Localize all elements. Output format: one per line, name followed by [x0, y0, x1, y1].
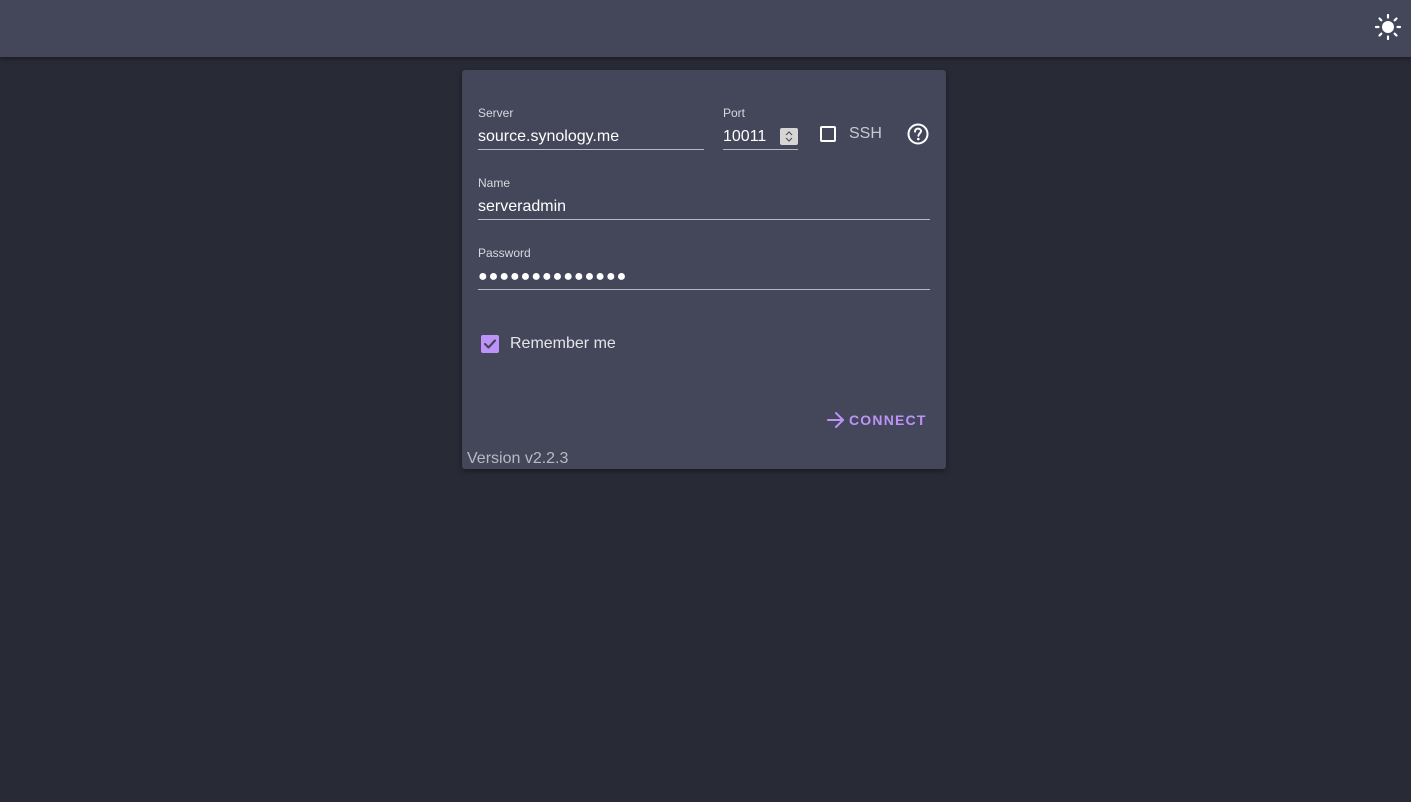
name-field: Name — [478, 176, 930, 221]
ssh-label: SSH — [849, 125, 882, 142]
password-field: Password — [478, 246, 930, 291]
help-button[interactable] — [907, 123, 929, 145]
login-card: Server Port SSH Name Password Re — [462, 70, 946, 469]
connect-button[interactable]: CONNECT — [818, 406, 930, 434]
version-text: Version v2.2.3 — [467, 450, 569, 467]
sun-icon — [1374, 13, 1402, 41]
help-circle-icon — [907, 123, 929, 145]
server-label: Server — [478, 106, 514, 120]
checkmark-icon — [483, 339, 497, 349]
name-label: Name — [478, 176, 511, 190]
port-field: Port — [723, 106, 798, 151]
server-field: Server — [478, 106, 704, 151]
arrow-right-icon — [827, 412, 844, 428]
ssh-checkbox[interactable] — [820, 126, 836, 142]
remember-me-label[interactable]: Remember me — [510, 335, 616, 353]
name-input[interactable] — [478, 194, 930, 220]
port-label: Port — [723, 106, 746, 120]
server-input[interactable] — [478, 124, 704, 150]
top-app-bar — [0, 0, 1411, 57]
password-label: Password — [478, 246, 531, 260]
password-input[interactable] — [478, 264, 930, 290]
stepper-arrows-icon — [785, 131, 793, 142]
port-stepper[interactable] — [780, 128, 798, 145]
remember-me-checkbox[interactable] — [481, 335, 499, 353]
theme-toggle-button[interactable] — [1374, 13, 1402, 41]
connect-label: CONNECT — [849, 412, 927, 428]
